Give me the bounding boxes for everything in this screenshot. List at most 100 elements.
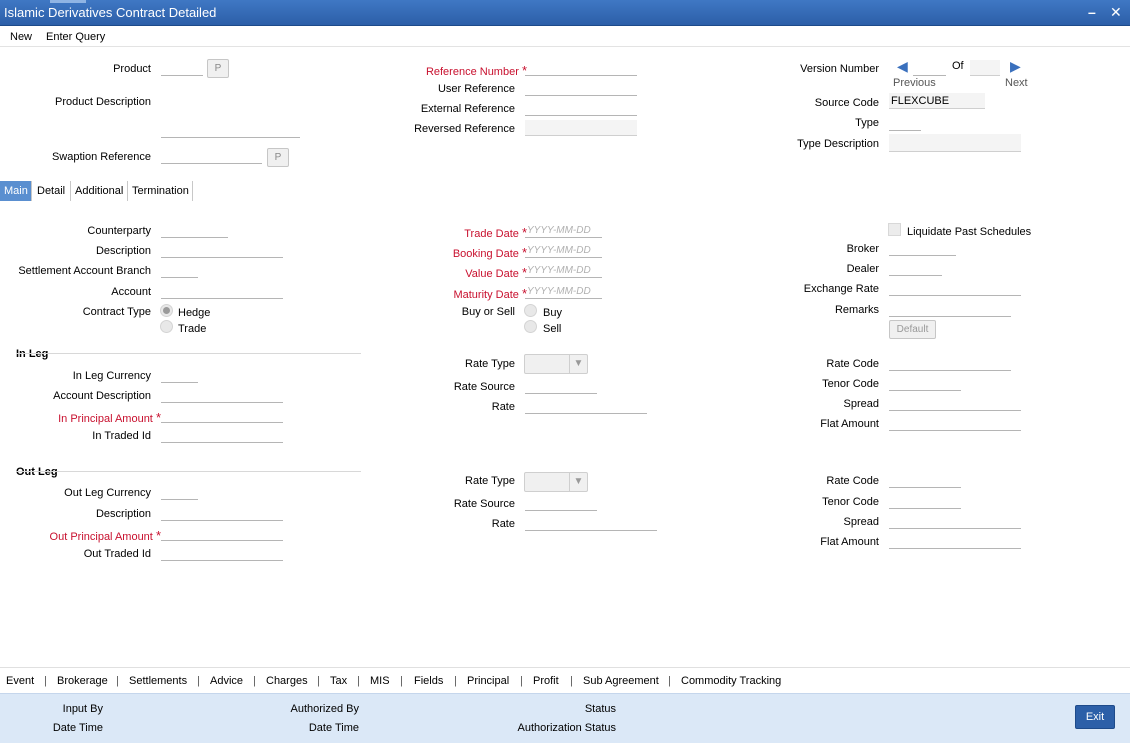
- swaption-reference-label: Swaption Reference: [51, 151, 151, 163]
- account-input[interactable]: [161, 283, 283, 299]
- exchange-rate-label: Exchange Rate: [803, 283, 879, 295]
- in-spread-input[interactable]: [889, 395, 1021, 411]
- tab-additional[interactable]: Additional: [71, 181, 128, 201]
- out-tenor-code-input[interactable]: [889, 493, 961, 509]
- account-description-input[interactable]: [161, 387, 283, 403]
- previous-link[interactable]: Previous: [893, 77, 936, 89]
- in-traded-id-input[interactable]: [161, 427, 283, 443]
- input-date-time-label: Date Time: [52, 722, 103, 734]
- value-date-input[interactable]: [525, 262, 602, 278]
- out-rate-source-input[interactable]: [525, 495, 597, 511]
- nav-profit[interactable]: Profit: [533, 675, 559, 687]
- product-lookup-button[interactable]: P: [207, 59, 229, 78]
- out-traded-id-input[interactable]: [161, 545, 283, 561]
- nav-settlements[interactable]: Settlements: [129, 675, 187, 687]
- out-leg-divider: [16, 471, 361, 472]
- out-description-label: Description: [95, 508, 151, 520]
- out-description-input[interactable]: [161, 505, 283, 521]
- previous-arrow-icon[interactable]: ◀: [897, 58, 908, 75]
- buy-label: Buy: [543, 307, 562, 319]
- liquidate-past-schedules-checkbox[interactable]: [888, 223, 901, 236]
- nav-principal[interactable]: Principal: [467, 675, 509, 687]
- trade-radio[interactable]: [160, 320, 173, 333]
- reversed-reference-input[interactable]: [525, 120, 637, 136]
- remarks-input[interactable]: [889, 301, 1011, 317]
- dealer-input[interactable]: [889, 260, 942, 276]
- nav-mis[interactable]: MIS: [370, 675, 390, 687]
- nav-charges[interactable]: Charges: [266, 675, 308, 687]
- tab-main[interactable]: Main: [0, 181, 32, 201]
- settlement-account-branch-input[interactable]: [161, 262, 198, 278]
- default-button[interactable]: Default: [889, 320, 936, 339]
- nav-separator: |: [454, 675, 457, 687]
- exit-button[interactable]: Exit: [1075, 705, 1115, 729]
- minimize-icon[interactable]: –: [1088, 4, 1096, 20]
- out-rate-input[interactable]: [525, 515, 657, 531]
- product-description-input[interactable]: [161, 122, 300, 138]
- out-spread-input[interactable]: [889, 513, 1021, 529]
- menu-new[interactable]: New: [10, 31, 32, 43]
- product-label: Product: [113, 63, 151, 75]
- in-tenor-code-input[interactable]: [889, 375, 961, 391]
- in-rate-type-select[interactable]: ▼: [524, 354, 588, 374]
- reversed-reference-label: Reversed Reference: [414, 123, 515, 135]
- in-flat-amount-input[interactable]: [889, 415, 1021, 431]
- in-rate-source-input[interactable]: [525, 378, 597, 394]
- version-number-input[interactable]: [913, 60, 946, 76]
- maturity-date-input[interactable]: [525, 283, 602, 299]
- tab-termination[interactable]: Termination: [128, 181, 193, 201]
- swaption-reference-input[interactable]: [161, 148, 262, 164]
- buy-radio[interactable]: [524, 304, 537, 317]
- next-link[interactable]: Next: [1005, 77, 1028, 89]
- out-rate-type-label: Rate Type: [465, 475, 515, 487]
- description-input[interactable]: [161, 242, 283, 258]
- value-date-label: Value Date *: [465, 265, 527, 280]
- nav-separator: |: [253, 675, 256, 687]
- out-flat-amount-input[interactable]: [889, 533, 1021, 549]
- remarks-label: Remarks: [834, 304, 879, 316]
- type-label: Type: [855, 117, 879, 129]
- out-leg-currency-input[interactable]: [161, 484, 198, 500]
- hedge-radio[interactable]: [160, 304, 173, 317]
- reference-number-input[interactable]: [525, 60, 637, 76]
- in-leg-currency-input[interactable]: [161, 367, 198, 383]
- booking-date-text: Booking Date: [452, 248, 519, 260]
- nav-fields[interactable]: Fields: [414, 675, 443, 687]
- nav-tax[interactable]: Tax: [330, 675, 347, 687]
- type-input[interactable]: [889, 115, 921, 131]
- swaption-lookup-button[interactable]: P: [267, 148, 289, 167]
- out-rate-source-label: Rate Source: [453, 498, 515, 510]
- out-rate-code-input[interactable]: [889, 472, 961, 488]
- sell-radio[interactable]: [524, 320, 537, 333]
- liquidate-past-schedules-label: Liquidate Past Schedules: [907, 226, 1032, 238]
- user-reference-label: User Reference: [437, 83, 515, 95]
- next-arrow-icon[interactable]: ▶: [1010, 58, 1021, 75]
- broker-input[interactable]: [889, 240, 956, 256]
- source-code-input[interactable]: [889, 93, 985, 109]
- nav-sub-agreement[interactable]: Sub Agreement: [583, 675, 659, 687]
- counterparty-input[interactable]: [161, 222, 228, 238]
- settlement-account-branch-label: Settlement Account Branch: [18, 265, 151, 277]
- in-rate-code-input[interactable]: [889, 355, 1011, 371]
- out-traded-id-label: Out Traded Id: [83, 548, 151, 560]
- in-principal-amount-input[interactable]: [161, 407, 283, 423]
- close-icon[interactable]: ✕: [1110, 4, 1122, 21]
- nav-advice[interactable]: Advice: [210, 675, 243, 687]
- tab-detail[interactable]: Detail: [33, 181, 71, 201]
- product-input[interactable]: [161, 60, 203, 76]
- nav-commodity-tracking[interactable]: Commodity Tracking: [681, 675, 781, 687]
- out-rate-type-select[interactable]: ▼: [524, 472, 588, 492]
- nav-event[interactable]: Event: [6, 675, 34, 687]
- booking-date-input[interactable]: [525, 242, 602, 258]
- external-reference-input[interactable]: [525, 100, 637, 116]
- nav-brokerage[interactable]: Brokerage: [57, 675, 108, 687]
- exchange-rate-input[interactable]: [889, 280, 1021, 296]
- menu-enter-query[interactable]: Enter Query: [46, 31, 105, 43]
- out-principal-amount-input[interactable]: [161, 525, 283, 541]
- type-description-input[interactable]: [889, 134, 1021, 152]
- in-rate-input[interactable]: [525, 398, 647, 414]
- status-label: Status: [584, 703, 616, 715]
- trade-date-input[interactable]: [525, 222, 602, 238]
- chevron-down-icon: ▼: [569, 355, 587, 373]
- user-reference-input[interactable]: [525, 80, 637, 96]
